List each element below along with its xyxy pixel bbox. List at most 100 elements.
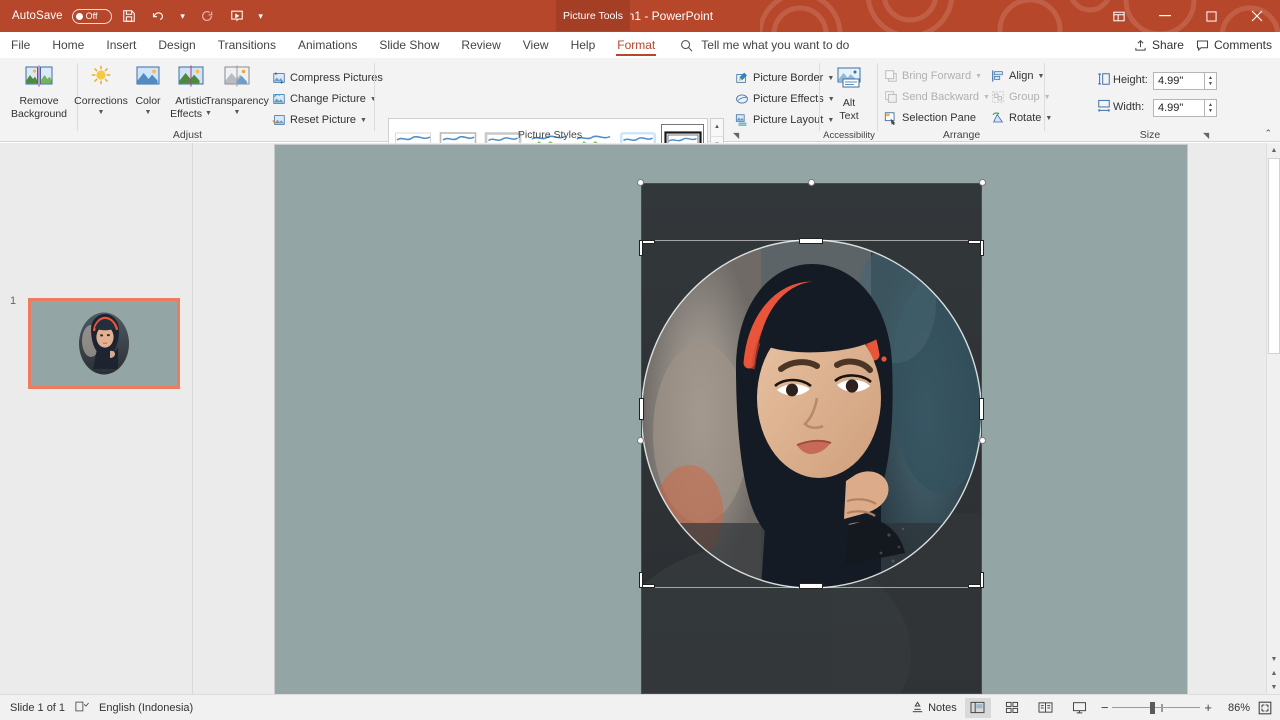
selection-handle-top-right[interactable] [979, 179, 986, 186]
shape-width-icon [1097, 99, 1111, 113]
tab-format[interactable]: Format [606, 32, 666, 58]
autosave-toggle[interactable]: Off [72, 9, 112, 24]
alt-text-label-2: Text [839, 110, 858, 122]
change-picture-button[interactable]: Change Picture ▼ [272, 92, 377, 106]
tab-transitions[interactable]: Transitions [207, 32, 287, 58]
chevron-down-icon[interactable]: ▼ [975, 73, 982, 80]
customize-qat-icon[interactable]: ▾ [254, 4, 268, 28]
tab-animations[interactable]: Animations [287, 32, 368, 58]
color-button[interactable]: Color ▼ [129, 64, 167, 116]
zoom-track[interactable] [1112, 701, 1200, 715]
tab-review[interactable]: Review [450, 32, 511, 58]
alt-text-icon [834, 66, 864, 95]
start-slideshow-icon[interactable] [224, 4, 250, 28]
slide-canvas[interactable] [275, 145, 1187, 694]
restore-button[interactable] [1188, 0, 1234, 32]
close-button[interactable] [1234, 0, 1280, 32]
crop-handle-middle-right[interactable] [979, 398, 984, 420]
height-label: Height: [1113, 74, 1148, 86]
align-button[interactable]: Align ▼ [991, 69, 1044, 83]
transparency-button[interactable]: Transparency ▼ [203, 64, 271, 116]
picture-border-label: Picture Border [753, 72, 823, 84]
tab-help[interactable]: Help [560, 32, 607, 58]
send-backward-button[interactable]: Send Backward ▼ [884, 90, 990, 104]
tab-insert[interactable]: Insert [95, 32, 147, 58]
minimize-button[interactable] [1142, 0, 1188, 32]
language-label[interactable]: English (Indonesia) [99, 702, 193, 714]
zoom-slider[interactable]: − + [1101, 700, 1212, 715]
tab-view[interactable]: View [512, 32, 560, 58]
previous-slide-button[interactable]: ▼ [1267, 653, 1280, 666]
crop-handle-middle-left[interactable] [639, 398, 644, 420]
slide-thumbnail-1[interactable] [28, 298, 180, 389]
tell-me-search[interactable]: Tell me what you want to do [680, 38, 849, 52]
undo-dropdown-icon[interactable]: ▾ [176, 4, 190, 28]
selection-handle-middle-right[interactable] [979, 437, 986, 444]
fit-slide-to-window-button[interactable] [1258, 701, 1272, 715]
compress-pictures-button[interactable]: Compress Pictures [272, 71, 383, 85]
height-field[interactable]: 4.99" [1153, 72, 1205, 90]
selection-handle-top-center[interactable] [808, 179, 815, 186]
ribbon-group-adjust: Remove Background Corrections ▼ [0, 58, 375, 142]
width-spinner[interactable]: ▲ ▼ [1205, 99, 1217, 117]
picture-object[interactable] [641, 183, 982, 694]
scroll-down-arrow-icon[interactable]: ▼ [1267, 681, 1280, 694]
tab-design[interactable]: Design [147, 32, 206, 58]
width-field[interactable]: 4.99" [1153, 99, 1205, 117]
remove-background-button[interactable]: Remove Background [8, 64, 70, 120]
size-dialog-launcher[interactable]: ◥ [1203, 131, 1209, 140]
chevron-down-icon[interactable]: ▼ [360, 117, 367, 124]
change-picture-icon [272, 92, 286, 106]
comments-button[interactable]: Comments [1196, 38, 1272, 52]
alt-text-button[interactable]: Alt Text [828, 66, 870, 122]
crop-handle-bottom-center[interactable] [799, 583, 823, 589]
height-spinner[interactable]: ▲ ▼ [1205, 72, 1217, 90]
chevron-down-icon[interactable]: ▼ [145, 109, 152, 116]
chevron-down-icon[interactable]: ▼ [234, 109, 241, 116]
scrollbar-thumb[interactable] [1268, 158, 1280, 354]
crop-handle-bottom-left-v[interactable] [639, 572, 643, 588]
crop-handle-top-center[interactable] [799, 238, 823, 244]
spinner-down-icon[interactable]: ▼ [1208, 81, 1213, 88]
bring-forward-button[interactable]: Bring Forward ▼ [884, 69, 982, 83]
vertical-scrollbar[interactable]: ▲ ▼ ▲ ▼ [1266, 143, 1280, 694]
slideshow-view-button[interactable] [1067, 698, 1093, 718]
redo-icon[interactable] [194, 4, 220, 28]
bring-forward-label: Bring Forward [902, 70, 971, 82]
zoom-out-button[interactable]: − [1101, 700, 1109, 715]
zoom-in-button[interactable]: + [1204, 700, 1212, 715]
picture-tools-contextual-tab: Picture Tools [556, 0, 630, 31]
slide-sorter-view-button[interactable] [999, 698, 1025, 718]
crop-handle-top-right-v[interactable] [980, 240, 984, 256]
zoom-percent-label[interactable]: 86% [1220, 702, 1250, 714]
share-button[interactable]: Share [1134, 38, 1184, 52]
tab-file[interactable]: File [0, 32, 41, 58]
fit-to-window-icon [1258, 701, 1272, 715]
selection-handle-middle-left[interactable] [637, 437, 644, 444]
picture-styles-dialog-launcher[interactable]: ◥ [733, 131, 739, 140]
spinner-down-icon[interactable]: ▼ [1208, 108, 1213, 115]
ribbon-display-options-button[interactable] [1096, 0, 1142, 32]
save-icon[interactable] [116, 4, 142, 28]
crop-handle-top-left-v[interactable] [639, 240, 643, 256]
tab-home[interactable]: Home [41, 32, 95, 58]
tab-slide-show[interactable]: Slide Show [368, 32, 450, 58]
group-button[interactable]: Group ▼ [991, 90, 1051, 104]
corrections-button[interactable]: Corrections ▼ [76, 64, 126, 116]
selection-handle-top-left[interactable] [637, 179, 644, 186]
next-slide-button[interactable]: ▲ [1267, 667, 1280, 680]
notes-button[interactable]: Notes [911, 701, 957, 714]
chevron-down-icon[interactable]: ▼ [983, 94, 990, 101]
normal-view-button[interactable] [965, 698, 991, 718]
selection-pane-button[interactable]: Selection Pane [884, 111, 976, 125]
undo-icon[interactable] [146, 4, 172, 28]
reading-view-button[interactable] [1033, 698, 1059, 718]
slide-count-label[interactable]: Slide 1 of 1 [10, 702, 65, 714]
collapse-ribbon-button[interactable]: ⌃ [1264, 128, 1272, 139]
reset-picture-button[interactable]: Reset Picture ▼ [272, 113, 367, 127]
scroll-up-arrow-icon[interactable]: ▲ [1267, 143, 1280, 157]
accessibility-checker-icon[interactable] [75, 700, 89, 716]
zoom-slider-thumb[interactable] [1150, 702, 1155, 714]
chevron-down-icon[interactable]: ▼ [98, 109, 105, 116]
crop-handle-bottom-right-v[interactable] [980, 572, 984, 588]
